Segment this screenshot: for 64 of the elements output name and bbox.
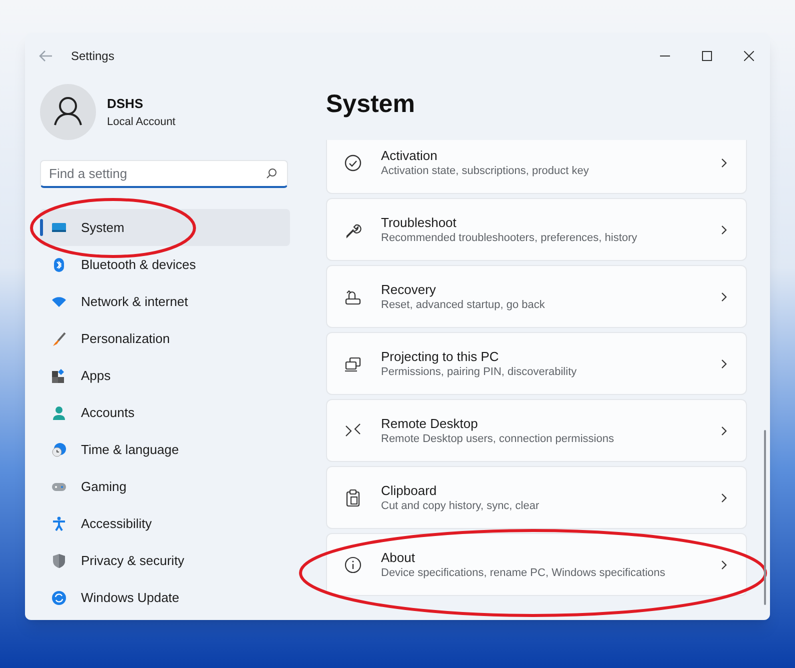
nav-item[interactable]: Personalization <box>40 320 290 357</box>
card-title: Projecting to this PC <box>381 348 500 364</box>
bluetooth-icon <box>51 256 67 272</box>
card-subtitle: Device specifications, rename PC, Windows specifications <box>381 566 666 580</box>
clipboard-icon <box>344 488 362 506</box>
card-title: About <box>381 548 416 566</box>
chevron-right-icon <box>721 224 727 234</box>
apps-icon <box>51 368 67 384</box>
accessibility-icon <box>51 516 67 532</box>
nav-item[interactable]: Bluetooth & devices <box>40 246 290 283</box>
card-subtitle: Cut and copy history, sync, clear <box>381 498 540 514</box>
scrollbar[interactable] <box>764 430 766 605</box>
card-subtitle: Remote Desktop users, connection permissions <box>381 432 614 446</box>
nav-item[interactable]: Network & internet <box>40 283 290 320</box>
window-title: Settings <box>71 48 114 64</box>
settings-card[interactable]: Remote Desktop Remote Desktop users, connection permissions <box>326 399 747 462</box>
card-title: Recovery <box>381 280 437 298</box>
check-circle-icon <box>344 154 362 172</box>
maximize-icon[interactable] <box>702 50 712 60</box>
globe-clock-icon <box>51 442 67 458</box>
card-subtitle: Reset, advanced startup, go back <box>381 298 545 312</box>
card-subtitle: Permissions, pairing PIN, discoverability <box>381 364 577 380</box>
settings-card[interactable]: Activation Activation state, subscriptions, product key <box>326 140 747 194</box>
nav-item[interactable]: Windows Update <box>40 579 290 616</box>
shield-icon <box>51 552 67 568</box>
selection-indicator <box>40 219 43 236</box>
nav-item[interactable]: Time & language <box>40 431 290 468</box>
chevron-right-icon <box>721 426 727 436</box>
card-subtitle: Activation state, subscriptions, product key <box>381 164 589 178</box>
recovery-icon <box>344 288 362 306</box>
nav-item[interactable]: System <box>40 209 290 246</box>
chevron-right-icon <box>721 158 727 168</box>
person-icon <box>51 404 67 420</box>
page-title: System <box>326 89 416 119</box>
close-icon[interactable] <box>744 50 754 60</box>
card-title: Activation <box>381 146 438 164</box>
settings-card[interactable]: Clipboard Cut and copy history, sync, clear <box>326 466 747 529</box>
card-subtitle: Recommended troubleshooters, preferences, history <box>381 230 638 246</box>
search-icon <box>266 168 277 179</box>
chevron-right-icon <box>721 560 727 570</box>
screens-icon <box>344 354 362 372</box>
info-icon <box>344 556 362 574</box>
avatar-icon <box>40 84 96 140</box>
settings-card[interactable]: About Device specifications, rename PC, Windows specifications <box>326 533 747 596</box>
chevron-right-icon <box>721 492 727 502</box>
nav-item[interactable]: Accounts <box>40 394 290 431</box>
nav-item[interactable]: Gaming <box>40 468 290 505</box>
nav-item[interactable]: Accessibility <box>40 505 290 542</box>
card-title: Remote Desktop <box>381 414 479 432</box>
settings-card[interactable]: Projecting to this PC Permissions, pairing PIN, discoverability <box>326 332 747 395</box>
settings-card[interactable]: Troubleshoot Recommended troubleshooters, preferences, history <box>326 198 747 261</box>
search-field[interactable]: Find a setting <box>40 160 288 188</box>
account-name: DSHS <box>107 95 144 113</box>
settings-card[interactable]: Recovery Reset, advanced startup, go back <box>326 265 747 328</box>
card-title: Troubleshoot <box>381 214 458 230</box>
chevron-right-icon <box>721 358 727 368</box>
card-title: Clipboard <box>381 482 438 498</box>
nav-item[interactable]: Privacy & security <box>40 542 290 579</box>
paintbrush-icon <box>51 330 67 346</box>
minimize-icon[interactable] <box>660 54 670 56</box>
sync-icon <box>51 590 67 606</box>
chevron-right-icon <box>721 292 727 302</box>
nav-item[interactable]: Apps <box>40 357 290 394</box>
account-type: Local Account <box>107 114 176 130</box>
